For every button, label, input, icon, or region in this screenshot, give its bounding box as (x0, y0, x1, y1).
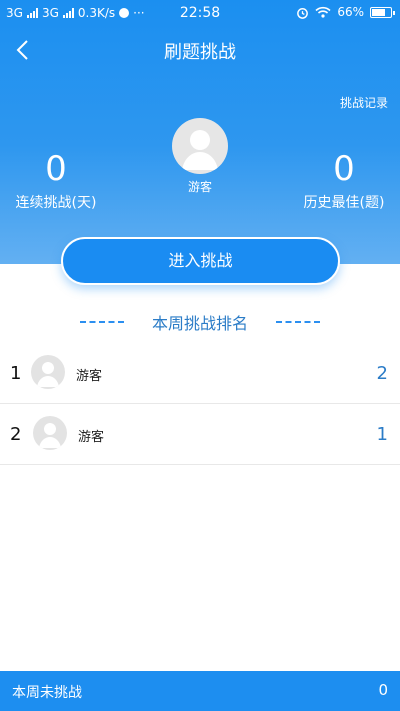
weekly-status-text: 本周未挑战 (12, 685, 82, 701)
rank-number: 2 (10, 424, 22, 445)
streak-value: 0 (45, 149, 67, 189)
ranking-header: 本周挑战排名 (0, 310, 400, 334)
battery-percent: 66% (337, 5, 364, 19)
page-title: 刷题挑战 (164, 42, 236, 63)
user-avatar-icon (39, 423, 61, 448)
rank-number: 1 (10, 363, 22, 384)
user-avatar-icon (182, 130, 218, 170)
player-name: 游客 (78, 430, 105, 445)
ranking-list: 1 游客 2 2 游客 1 (0, 343, 400, 465)
player-score: 1 (376, 424, 388, 445)
dash-left (80, 321, 124, 323)
player-name: 游客 (76, 369, 103, 384)
ranking-row[interactable]: 2 游客 1 (0, 404, 400, 465)
enter-challenge-button[interactable]: 进入挑战 (61, 237, 340, 285)
alarm-icon (297, 7, 309, 19)
ranking-row[interactable]: 1 游客 2 (0, 343, 400, 404)
player-score: 2 (376, 363, 388, 384)
user-avatar-icon (37, 362, 59, 387)
streak-label: 连续挑战(天) (15, 195, 97, 211)
weekly-status-value: 0 (378, 681, 388, 699)
streak-stat: 0 连续挑战(天) (8, 152, 104, 212)
avatar (31, 355, 65, 389)
avatar (33, 416, 67, 450)
ranking-title: 本周挑战排名 (151, 314, 248, 333)
dash-right (276, 321, 320, 323)
best-stat: 0 历史最佳(题) (296, 152, 392, 212)
status-right: 66% (296, 5, 395, 19)
battery-icon (370, 6, 395, 18)
wifi-icon (315, 6, 331, 18)
weekly-status-bar: 本周未挑战 0 (0, 671, 400, 711)
best-value: 0 (333, 149, 355, 189)
challenge-record-link[interactable]: 挑战记录 (340, 94, 388, 111)
best-label: 历史最佳(题) (303, 195, 385, 211)
status-bar: 3G 3G 0.3K/s ··· 22:58 66% (0, 0, 400, 28)
user-avatar[interactable] (172, 118, 228, 174)
